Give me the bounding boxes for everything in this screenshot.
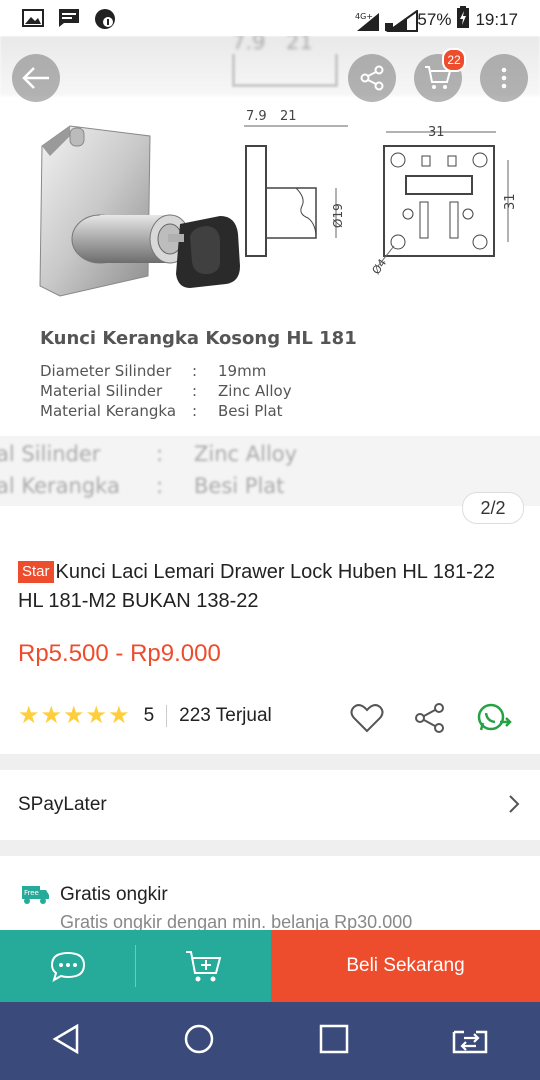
signal-sim2-icon [385, 9, 419, 32]
image-notification-icon [22, 8, 44, 35]
nav-switch-button[interactable] [452, 1024, 488, 1059]
signal-4g-icon: 4G+ [353, 10, 380, 31]
square-recents-icon [319, 1024, 348, 1053]
ghost-text: 7.9 [232, 36, 266, 54]
more-vertical-icon [501, 67, 507, 89]
whatsapp-icon [477, 703, 512, 731]
spec-row: Material Silinder : Zinc Alloy [40, 382, 292, 400]
spec-key: Material Kerangka [40, 402, 177, 420]
back-button[interactable] [12, 54, 60, 102]
shipping-subtitle: Gratis ongkir dengan min. belanja Rp30.0… [60, 912, 413, 930]
clock: 19:17 [475, 9, 518, 29]
ghost-text: al Kerangka [0, 474, 120, 498]
shipping-row[interactable]: Free Gratis ongkir Gratis ongkir dengan … [0, 856, 540, 930]
message-notification-icon [58, 8, 80, 35]
ghost-text: 21 [286, 36, 313, 54]
svg-text:7.9: 7.9 [246, 109, 267, 124]
cart-count-badge: 22 [442, 48, 466, 72]
spec-value: 19mm [218, 362, 267, 380]
ghost-box [232, 54, 338, 87]
star-icon: ★ [40, 702, 63, 729]
rating-separator [166, 705, 168, 727]
star-seller-badge: Star [18, 561, 54, 583]
heart-icon [350, 704, 384, 733]
nav-home-button[interactable] [183, 1023, 215, 1060]
spaylater-row[interactable]: SPayLater [0, 770, 540, 840]
more-options-button[interactable] [480, 54, 528, 102]
status-bar: 4G+ 57% 19:17 [0, 0, 540, 36]
shipping-title: Gratis ongkir [60, 884, 168, 905]
screen-switch-icon [453, 1030, 488, 1053]
svg-text:Free: Free [24, 889, 39, 897]
free-shipping-icon: Free [22, 886, 49, 904]
spec-value: Zinc Alloy [218, 382, 292, 400]
ghost-text: : [156, 442, 164, 466]
spec-key: Material Silinder [40, 382, 163, 400]
chat-icon [50, 951, 85, 982]
product-actions [350, 702, 512, 739]
triangle-back-icon [52, 1023, 78, 1054]
product-image-carousel[interactable]: 7.9 21 7.9 21 Ø19 31 31 Ø4 Kunci Kerangk… [0, 36, 540, 532]
image-pager: 2/2 [462, 492, 524, 524]
system-navigation-bar [0, 1002, 540, 1080]
product-price: Rp5.500 - Rp9.000 [18, 640, 221, 667]
spec-key: Diameter Silinder [40, 362, 172, 380]
spec-row: Material Kerangka : Besi Plat [40, 402, 283, 420]
rating-value: 5 [143, 705, 155, 726]
ghost-text: Besi Plat [194, 474, 285, 498]
ghost-text: Zinc Alloy [194, 442, 298, 466]
svg-text:Ø19: Ø19 [331, 203, 345, 228]
svg-text:4G+: 4G+ [355, 12, 373, 21]
svg-text:21: 21 [280, 109, 297, 124]
battery-percent: 57% [417, 9, 452, 29]
spec-row: Diameter Silinder : 19mm [40, 362, 266, 380]
product-title-text: Kunci Laci Lemari Drawer Lock Huben HL 1… [18, 561, 495, 612]
rating-stars: ★ ★ ★ ★ ★ [18, 704, 130, 728]
star-icon: ★ [63, 702, 85, 729]
add-to-cart-icon [185, 951, 221, 982]
cart-button[interactable]: 22 [414, 48, 466, 102]
spaylater-label: SPayLater [18, 794, 107, 815]
product-title: Star Kunci Laci Lemari Drawer Lock Huben … [18, 558, 518, 616]
svg-text:31: 31 [503, 193, 518, 210]
image-product-title: Kunci Kerangka Kosong HL 181 [40, 328, 357, 349]
chevron-right-icon [509, 795, 520, 813]
favorite-button[interactable] [350, 703, 384, 738]
star-icon: ★ [85, 702, 108, 729]
spec-value: Besi Plat [218, 402, 283, 420]
front-view-drawing: 31 31 Ø4 [370, 125, 518, 277]
share-button[interactable] [348, 54, 396, 102]
star-icon: ★ [108, 702, 130, 729]
svg-text:Ø4: Ø4 [370, 257, 390, 277]
ghost-text: : [156, 474, 164, 498]
share-product-button[interactable] [414, 703, 446, 738]
nav-back-button[interactable] [52, 1023, 80, 1059]
rating-row[interactable]: ★ ★ ★ ★ ★ 5 223 Terjual [18, 704, 272, 728]
whatsapp-share-button[interactable] [476, 702, 512, 739]
blurred-image-bottom: al Silinder : Zinc Alloy al Kerangka : B… [0, 436, 540, 506]
share-icon [415, 703, 444, 733]
share-icon [360, 65, 384, 91]
side-view-drawing: 7.9 21 Ø19 [244, 109, 348, 257]
product-info-section: Star Kunci Laci Lemari Drawer Lock Huben … [0, 532, 540, 754]
add-to-cart-button[interactable] [136, 930, 271, 1002]
battery-icon [457, 6, 470, 33]
sold-count: 223 Terjual [179, 705, 272, 726]
chat-button[interactable] [0, 930, 135, 1002]
spec-colon: : [192, 382, 198, 400]
nav-recents-button[interactable] [319, 1024, 349, 1059]
app-notification-icon [94, 8, 116, 35]
bottom-action-bar: Beli Sekarang [0, 930, 540, 1002]
bottom-left-actions [0, 930, 271, 1002]
spec-colon: : [192, 402, 198, 420]
spec-colon: : [192, 362, 198, 380]
lock-illustration [39, 125, 240, 297]
ghost-text: al Silinder [0, 442, 101, 466]
star-icon: ★ [18, 702, 40, 729]
buy-now-button[interactable]: Beli Sekarang [271, 930, 540, 1002]
svg-text:31: 31 [428, 125, 445, 140]
circle-home-icon [185, 1024, 214, 1053]
back-arrow-icon [22, 67, 49, 89]
